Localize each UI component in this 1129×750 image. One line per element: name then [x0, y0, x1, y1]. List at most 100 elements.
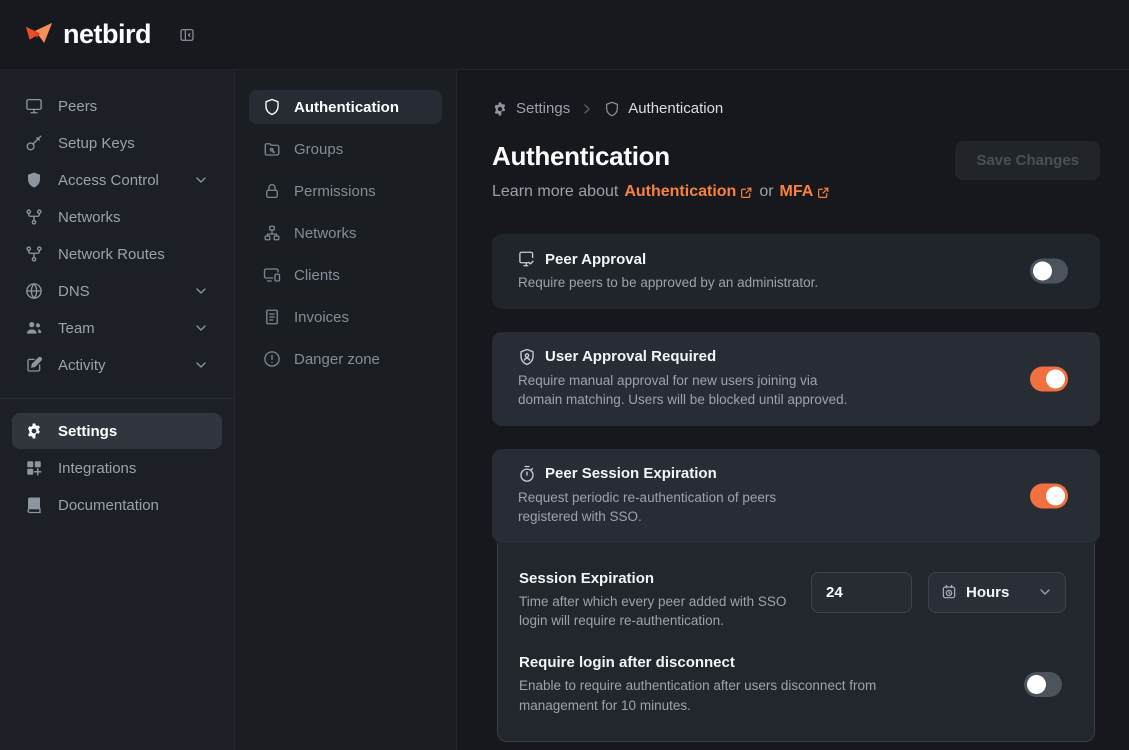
network-icon	[25, 245, 43, 263]
row-title: Session Expiration	[519, 570, 804, 587]
chevron-down-icon	[193, 172, 209, 188]
network-icon	[25, 208, 43, 226]
subtitle-prefix: Learn more about	[492, 183, 618, 201]
shield-icon	[25, 171, 43, 189]
settings-menu-label: Groups	[294, 141, 343, 158]
sidebar-item-activity[interactable]: Activity	[12, 347, 222, 383]
breadcrumb-settings[interactable]: Settings	[492, 100, 570, 117]
authentication-docs-link[interactable]: Authentication	[624, 183, 753, 201]
key-icon	[25, 134, 43, 152]
sidebar-divider	[0, 398, 234, 399]
folder-key-icon	[263, 140, 281, 158]
mfa-docs-link[interactable]: MFA	[780, 183, 831, 201]
settings-menu-label: Invoices	[294, 309, 349, 326]
peer-approval-toggle[interactable]	[1030, 259, 1068, 284]
external-link-icon	[817, 186, 830, 199]
settings-menu-label: Authentication	[294, 99, 399, 116]
netbird-bird-icon	[24, 20, 54, 50]
sidebar-item-documentation[interactable]: Documentation	[12, 487, 222, 523]
card-title: Peer Approval	[545, 251, 646, 268]
row-description: Enable to require authentication after u…	[519, 676, 919, 715]
calendar-clock-icon	[941, 584, 957, 600]
breadcrumb: Settings Authentication	[492, 100, 1100, 117]
unit-select-value: Hours	[966, 584, 1028, 601]
settings-menu-danger-zone[interactable]: Danger zone	[249, 342, 442, 376]
settings-menu-clients[interactable]: Clients	[249, 258, 442, 292]
sidebar-item-label: Access Control	[58, 172, 159, 189]
alert-circle-icon	[263, 350, 281, 368]
settings-menu-groups[interactable]: Groups	[249, 132, 442, 166]
main-sidebar: Peers Setup Keys Access Control	[0, 70, 235, 750]
sidebar-item-network-routes[interactable]: Network Routes	[12, 236, 222, 272]
settings-menu-label: Danger zone	[294, 351, 380, 368]
sidebar-item-dns[interactable]: DNS	[12, 273, 222, 309]
toggle-knob	[1027, 675, 1046, 694]
breadcrumb-label: Settings	[516, 100, 570, 117]
sidebar-item-access-control[interactable]: Access Control	[12, 162, 222, 198]
settings-menu-label: Permissions	[294, 183, 376, 200]
row-description: Time after which every peer added with S…	[519, 592, 804, 631]
settings-menu-label: Clients	[294, 267, 340, 284]
toggle-knob	[1033, 262, 1052, 281]
peer-session-expiration-card: Peer Session Expiration Request periodic…	[492, 449, 1100, 543]
settings-menu-networks[interactable]: Networks	[249, 216, 442, 250]
settings-menu-invoices[interactable]: Invoices	[249, 300, 442, 334]
row-title: Require login after disconnect	[519, 654, 919, 671]
users-icon	[25, 319, 43, 337]
sidebar-item-peers[interactable]: Peers	[12, 88, 222, 124]
settings-menu-authentication[interactable]: Authentication	[249, 90, 442, 124]
save-changes-button[interactable]: Save Changes	[955, 141, 1100, 180]
sidebar-item-settings[interactable]: Settings	[12, 413, 222, 449]
gear-icon	[25, 422, 43, 440]
sidebar-item-setup-keys[interactable]: Setup Keys	[12, 125, 222, 161]
user-approval-toggle[interactable]	[1030, 366, 1068, 391]
card-description: Require manual approval for new users jo…	[518, 371, 863, 410]
brand-name: netbird	[63, 19, 151, 50]
breadcrumb-authentication[interactable]: Authentication	[604, 100, 723, 117]
sidebar-item-label: DNS	[58, 283, 90, 300]
shield-icon	[263, 98, 281, 116]
subtitle-separator: or	[759, 183, 773, 201]
chevron-down-icon	[193, 357, 209, 373]
sidebar-item-integrations[interactable]: Integrations	[12, 450, 222, 486]
sidebar-item-team[interactable]: Team	[12, 310, 222, 346]
user-approval-card: User Approval Required Require manual ap…	[492, 332, 1100, 426]
external-link-icon	[740, 186, 753, 199]
session-expiration-unit-select[interactable]: Hours	[928, 572, 1066, 613]
chevron-down-icon	[193, 320, 209, 336]
link-label: MFA	[780, 183, 814, 201]
page-subtitle: Learn more about Authentication or MFA	[492, 183, 830, 201]
sidebar-item-label: Setup Keys	[58, 135, 135, 152]
shield-user-icon	[518, 348, 536, 366]
pen-square-icon	[25, 356, 43, 374]
globe-icon	[25, 282, 43, 300]
page-title: Authentication	[492, 141, 830, 172]
netbird-logo: netbird	[24, 19, 151, 50]
peer-session-expiration-toggle[interactable]	[1030, 483, 1068, 508]
shield-icon	[604, 101, 620, 117]
link-label: Authentication	[624, 183, 736, 201]
chevron-right-icon	[579, 101, 595, 117]
blocks-icon	[25, 459, 43, 477]
card-title: Peer Session Expiration	[545, 465, 717, 482]
sidebar-item-label: Activity	[58, 357, 106, 374]
sidebar-collapse-button[interactable]	[179, 27, 195, 43]
require-login-toggle[interactable]	[1024, 672, 1062, 697]
devices-icon	[263, 266, 281, 284]
settings-menu-permissions[interactable]: Permissions	[249, 174, 442, 208]
settings-sidebar: Authentication Groups Permissions	[235, 70, 457, 750]
monitor-check-icon	[518, 250, 536, 268]
main-content: Settings Authentication Authenticatio	[457, 70, 1129, 750]
sidebar-item-networks[interactable]: Networks	[12, 199, 222, 235]
session-expiration-input[interactable]	[811, 572, 912, 613]
sidebar-item-label: Networks	[58, 209, 121, 226]
sitemap-icon	[263, 224, 281, 242]
peer-approval-card: Peer Approval Require peers to be approv…	[492, 234, 1100, 309]
book-icon	[25, 496, 43, 514]
gear-icon	[492, 101, 508, 117]
sidebar-item-label: Network Routes	[58, 246, 165, 263]
require-login-row: Require login after disconnect Enable to…	[519, 654, 1066, 715]
breadcrumb-label: Authentication	[628, 100, 723, 117]
session-expiration-row: Session Expiration Time after which ever…	[519, 570, 1066, 631]
lock-icon	[263, 182, 281, 200]
